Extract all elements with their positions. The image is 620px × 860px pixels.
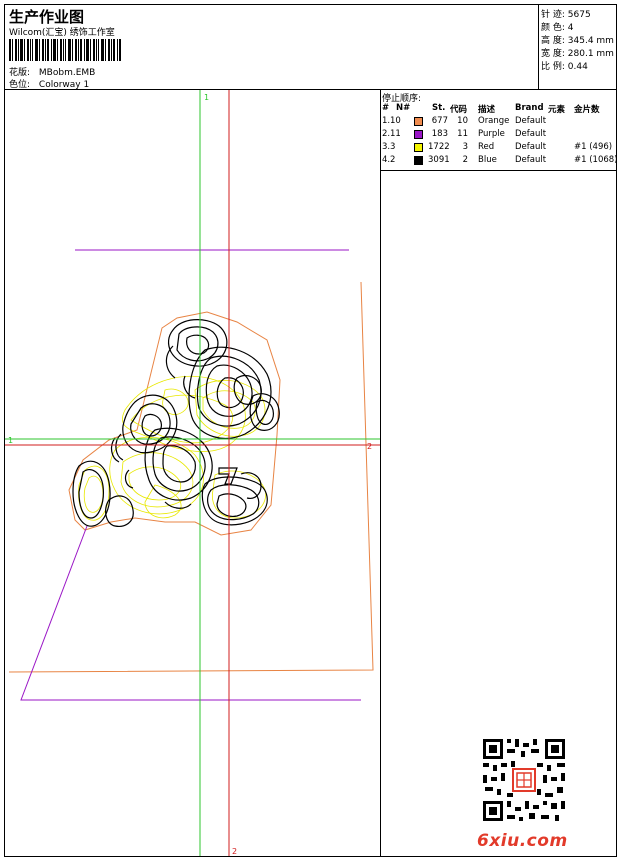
cell-desc: Blue bbox=[478, 155, 497, 165]
production-worksheet: 生产作业图 Wilcom(汇宝) 绣饰工作室 花版: MBobm.EMB 色位:… bbox=[4, 4, 618, 857]
cell-index: 4. bbox=[382, 155, 391, 165]
cell-code: 3 bbox=[462, 142, 468, 152]
cell-brand: Default bbox=[515, 129, 547, 139]
cell-desc: Orange bbox=[478, 116, 510, 126]
cell-needle: 3 bbox=[390, 142, 396, 152]
purple-frame-line bbox=[20, 525, 361, 701]
stats-panel: 针 迹: 5675 颜 色: 4 高 度: 345.4 mm 宽 度: 280.… bbox=[538, 5, 618, 89]
cell-stitches: 183 bbox=[431, 129, 448, 139]
barcode-icon bbox=[9, 39, 121, 61]
green-v-axis-label: 1 bbox=[204, 93, 209, 102]
stat-height: 高 度: 345.4 mm bbox=[541, 36, 614, 46]
red-v-axis-label: 2 bbox=[232, 847, 237, 856]
color-swatch bbox=[414, 156, 423, 165]
cell-index: 3. bbox=[382, 142, 391, 152]
green-h-axis-label: 1 bbox=[8, 436, 13, 445]
cell-stitches: 3091 bbox=[428, 155, 450, 165]
cell-code: 11 bbox=[457, 129, 468, 139]
cell-desc: Purple bbox=[478, 129, 505, 139]
stat-scale: 比 例: 0.44 bbox=[541, 62, 588, 72]
cell-brand: Default bbox=[515, 116, 547, 126]
orange-underlay-outline bbox=[68, 311, 281, 536]
company-name: Wilcom(汇宝) 绣饰工作室 bbox=[9, 28, 115, 38]
stat-stitches: 针 迹: 5675 bbox=[541, 10, 591, 20]
qr-code-icon bbox=[481, 737, 567, 823]
yellow-fill-stitches bbox=[78, 375, 267, 521]
color-swatch bbox=[414, 117, 423, 126]
cell-code: 10 bbox=[457, 116, 468, 126]
cell-brand: Default bbox=[515, 142, 547, 152]
cell-code: 2 bbox=[462, 155, 468, 165]
stat-colors: 颜 色: 4 bbox=[541, 23, 574, 33]
cell-needle: 2 bbox=[390, 155, 396, 165]
cell-stitches: 1722 bbox=[428, 142, 450, 152]
cell-needle: 11 bbox=[390, 129, 401, 139]
cell-seq: #1 (496) bbox=[574, 142, 613, 152]
color-swatch bbox=[414, 143, 423, 152]
color-swatch bbox=[414, 130, 423, 139]
site-logo: 6xiu.com bbox=[477, 831, 568, 851]
design-canvas: 1 1 2 2 bbox=[5, 90, 380, 856]
cell-stitches: 677 bbox=[431, 116, 448, 126]
cell-seq: #1 (1068) bbox=[574, 155, 618, 165]
cell-needle: 10 bbox=[390, 116, 401, 126]
page-title: 生产作业图 bbox=[9, 8, 85, 26]
cell-index: 2. bbox=[382, 129, 391, 139]
cell-brand: Default bbox=[515, 155, 547, 165]
red-h-axis-label: 2 bbox=[367, 442, 372, 451]
column-divider bbox=[380, 89, 381, 856]
cell-desc: Red bbox=[478, 142, 495, 152]
cell-index: 1. bbox=[382, 116, 391, 126]
stat-width: 宽 度: 280.1 mm bbox=[541, 49, 614, 59]
table-bottom-divider bbox=[380, 170, 616, 171]
